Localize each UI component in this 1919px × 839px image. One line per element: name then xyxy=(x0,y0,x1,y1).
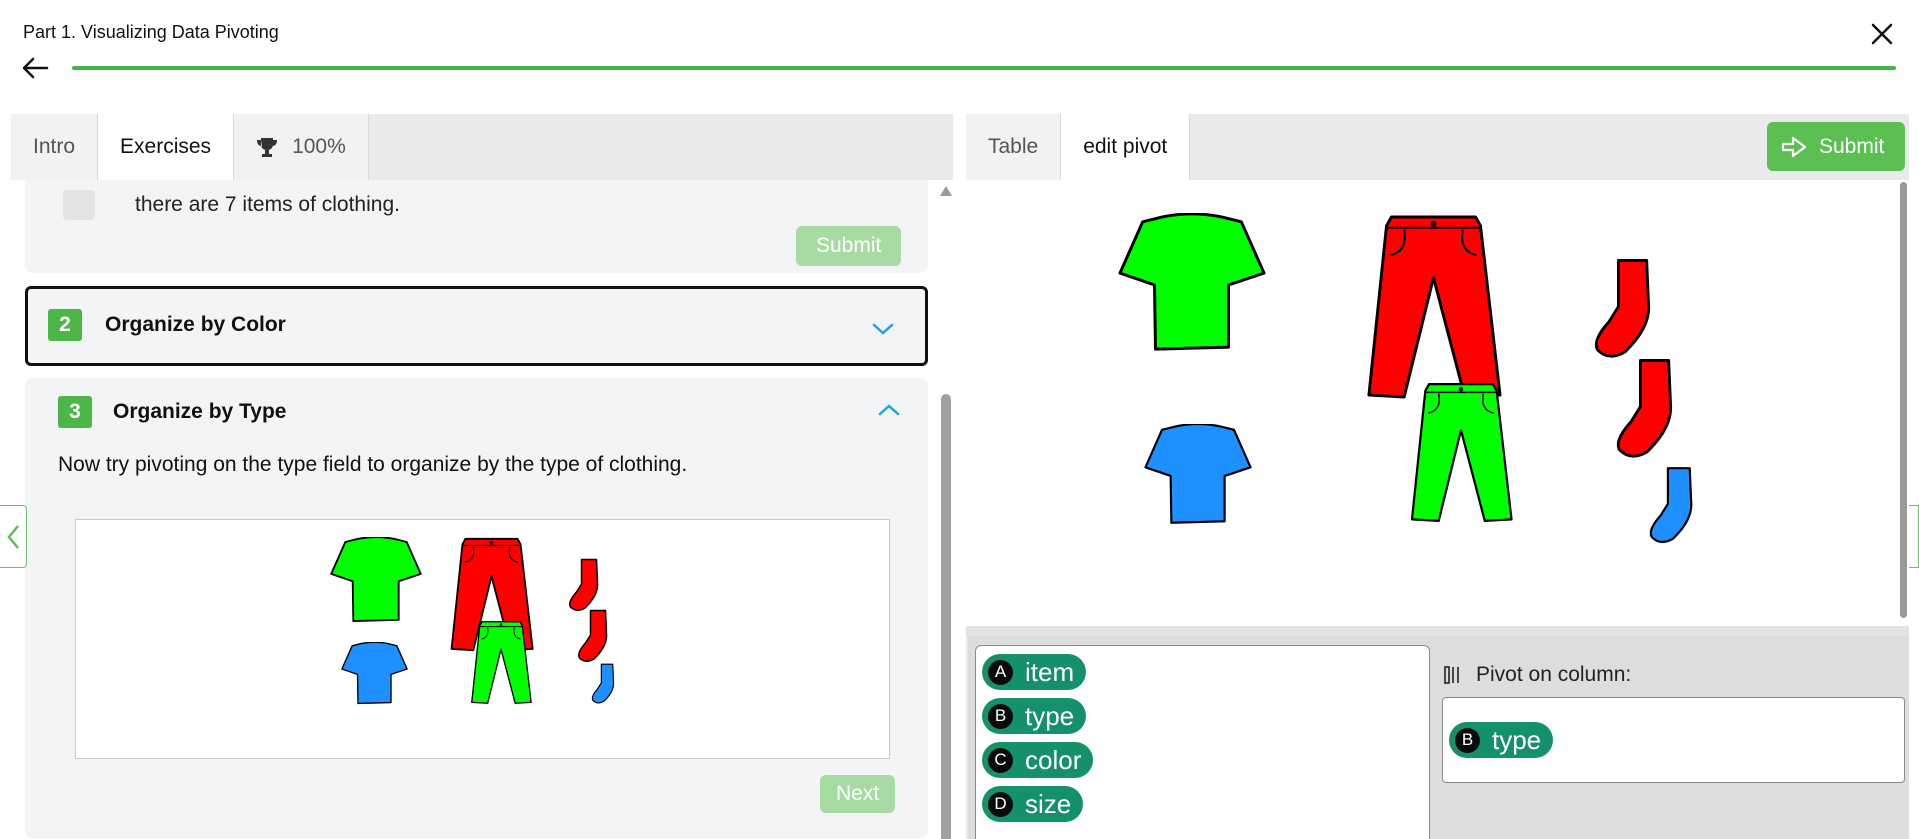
previous-page-button[interactable] xyxy=(0,505,27,568)
tab-intro-label: Intro xyxy=(33,135,76,158)
exercise-2-title: Organize by Color xyxy=(105,313,286,336)
progress-bar xyxy=(72,66,1896,70)
exercise-card-3: 3 Organize by Type Now try pivoting on t… xyxy=(25,378,928,838)
red-sock-2 xyxy=(1614,356,1680,463)
pivot-pill-type[interactable]: B type xyxy=(1449,722,1554,758)
green-shirt xyxy=(1118,213,1266,353)
field-letter-badge: B xyxy=(988,703,1013,729)
tab-table-label: Table xyxy=(988,135,1039,158)
field-name: type xyxy=(1492,724,1542,755)
red-sock-1 xyxy=(1592,256,1658,363)
preview-green-pants xyxy=(470,620,532,705)
tab-exercises-label: Exercises xyxy=(120,135,212,158)
field-pill-type[interactable]: B type xyxy=(982,698,1087,734)
exercise-card-1: there are 7 items of clothing. Submit xyxy=(25,180,928,273)
canvas-scrollbar[interactable] xyxy=(1898,180,1909,626)
answer-checkbox[interactable] xyxy=(63,190,95,220)
field-list: A item B type C color D size xyxy=(975,645,1430,839)
tab-edit-pivot[interactable]: edit pivot xyxy=(1061,114,1191,180)
scroll-up-arrow-icon[interactable] xyxy=(940,186,952,196)
blue-sock xyxy=(1646,466,1700,546)
panel-divider xyxy=(966,626,1909,636)
submit-button[interactable]: Submit xyxy=(1767,122,1905,171)
page-title: Part 1. Visualizing Data Pivoting xyxy=(23,22,279,42)
red-pants xyxy=(1365,214,1502,400)
tab-table[interactable]: Table xyxy=(966,114,1062,180)
chevron-down-icon[interactable] xyxy=(871,321,895,337)
tab-edit-pivot-label: edit pivot xyxy=(1083,135,1168,158)
field-letter-badge: C xyxy=(988,747,1013,773)
blue-shirt xyxy=(1144,424,1252,525)
exercise-3-description: Now try pivoting on the type field to or… xyxy=(58,453,688,476)
preview-red-sock-1 xyxy=(564,558,606,613)
submit-arrow-icon xyxy=(1781,136,1807,157)
tab-score[interactable]: 100% xyxy=(234,114,369,180)
answer-option-text: there are 7 items of clothing. xyxy=(135,193,400,216)
preview-blue-shirt xyxy=(341,642,408,705)
close-icon[interactable] xyxy=(1868,20,1896,48)
tab-intro[interactable]: Intro xyxy=(11,114,99,180)
scrollbar-thumb[interactable] xyxy=(941,394,951,839)
field-name: color xyxy=(1025,744,1082,775)
preview-blue-sock xyxy=(588,663,620,705)
pivot-drop-zone[interactable]: B type xyxy=(1442,697,1905,783)
pivot-column-label: Pivot on column: xyxy=(1444,663,1631,687)
exercise-3-title: Organize by Type xyxy=(113,400,287,423)
left-tabbar: Intro Exercises 100% xyxy=(11,114,369,180)
progress-bar-fill xyxy=(72,66,1896,70)
exercise-1-submit-button[interactable]: Submit xyxy=(796,226,902,266)
field-pill-item[interactable]: A item xyxy=(982,654,1087,690)
submit-button-label: Submit xyxy=(1819,134,1885,158)
chevron-left-icon xyxy=(7,524,19,549)
canvas-scrollbar-thumb[interactable] xyxy=(1900,182,1907,618)
field-letter-badge: D xyxy=(988,791,1013,817)
pivot-preview-image xyxy=(75,519,890,759)
preview-green-shirt xyxy=(330,537,422,623)
preview-red-sock-2 xyxy=(573,609,615,664)
field-pill-size[interactable]: D size xyxy=(982,786,1084,822)
trophy-icon xyxy=(256,136,278,158)
field-name: size xyxy=(1025,788,1072,819)
pivot-column-label-text: Pivot on column: xyxy=(1476,663,1632,686)
exercise-card-2[interactable]: 2 Organize by Color xyxy=(25,286,928,366)
tab-score-label: 100% xyxy=(292,135,346,158)
exercise-2-number-badge: 2 xyxy=(48,309,82,341)
left-scrollbar[interactable] xyxy=(937,180,953,839)
field-pill-color[interactable]: C color xyxy=(982,742,1094,778)
next-button[interactable]: Next xyxy=(820,775,896,813)
field-letter-badge: B xyxy=(1455,727,1480,753)
tab-exercises[interactable]: Exercises xyxy=(98,114,235,180)
back-arrow-icon[interactable] xyxy=(20,54,52,82)
green-pants xyxy=(1409,380,1513,525)
right-tabbar: Table edit pivot xyxy=(966,114,1191,180)
exercise-3-number-badge: 3 xyxy=(58,396,92,428)
columns-icon xyxy=(1444,666,1459,684)
field-letter-badge: A xyxy=(988,659,1013,685)
chevron-up-icon[interactable] xyxy=(877,402,901,418)
exercise-list[interactable]: there are 7 items of clothing. Submit 2 … xyxy=(11,180,953,839)
app-window: Part 1. Visualizing Data Pivoting Intro … xyxy=(0,0,1919,839)
field-name: type xyxy=(1025,700,1075,731)
instructions-panel: Intro Exercises 100% there are 7 items o… xyxy=(11,114,953,839)
field-name: item xyxy=(1025,656,1075,687)
pivot-canvas xyxy=(966,180,1905,626)
